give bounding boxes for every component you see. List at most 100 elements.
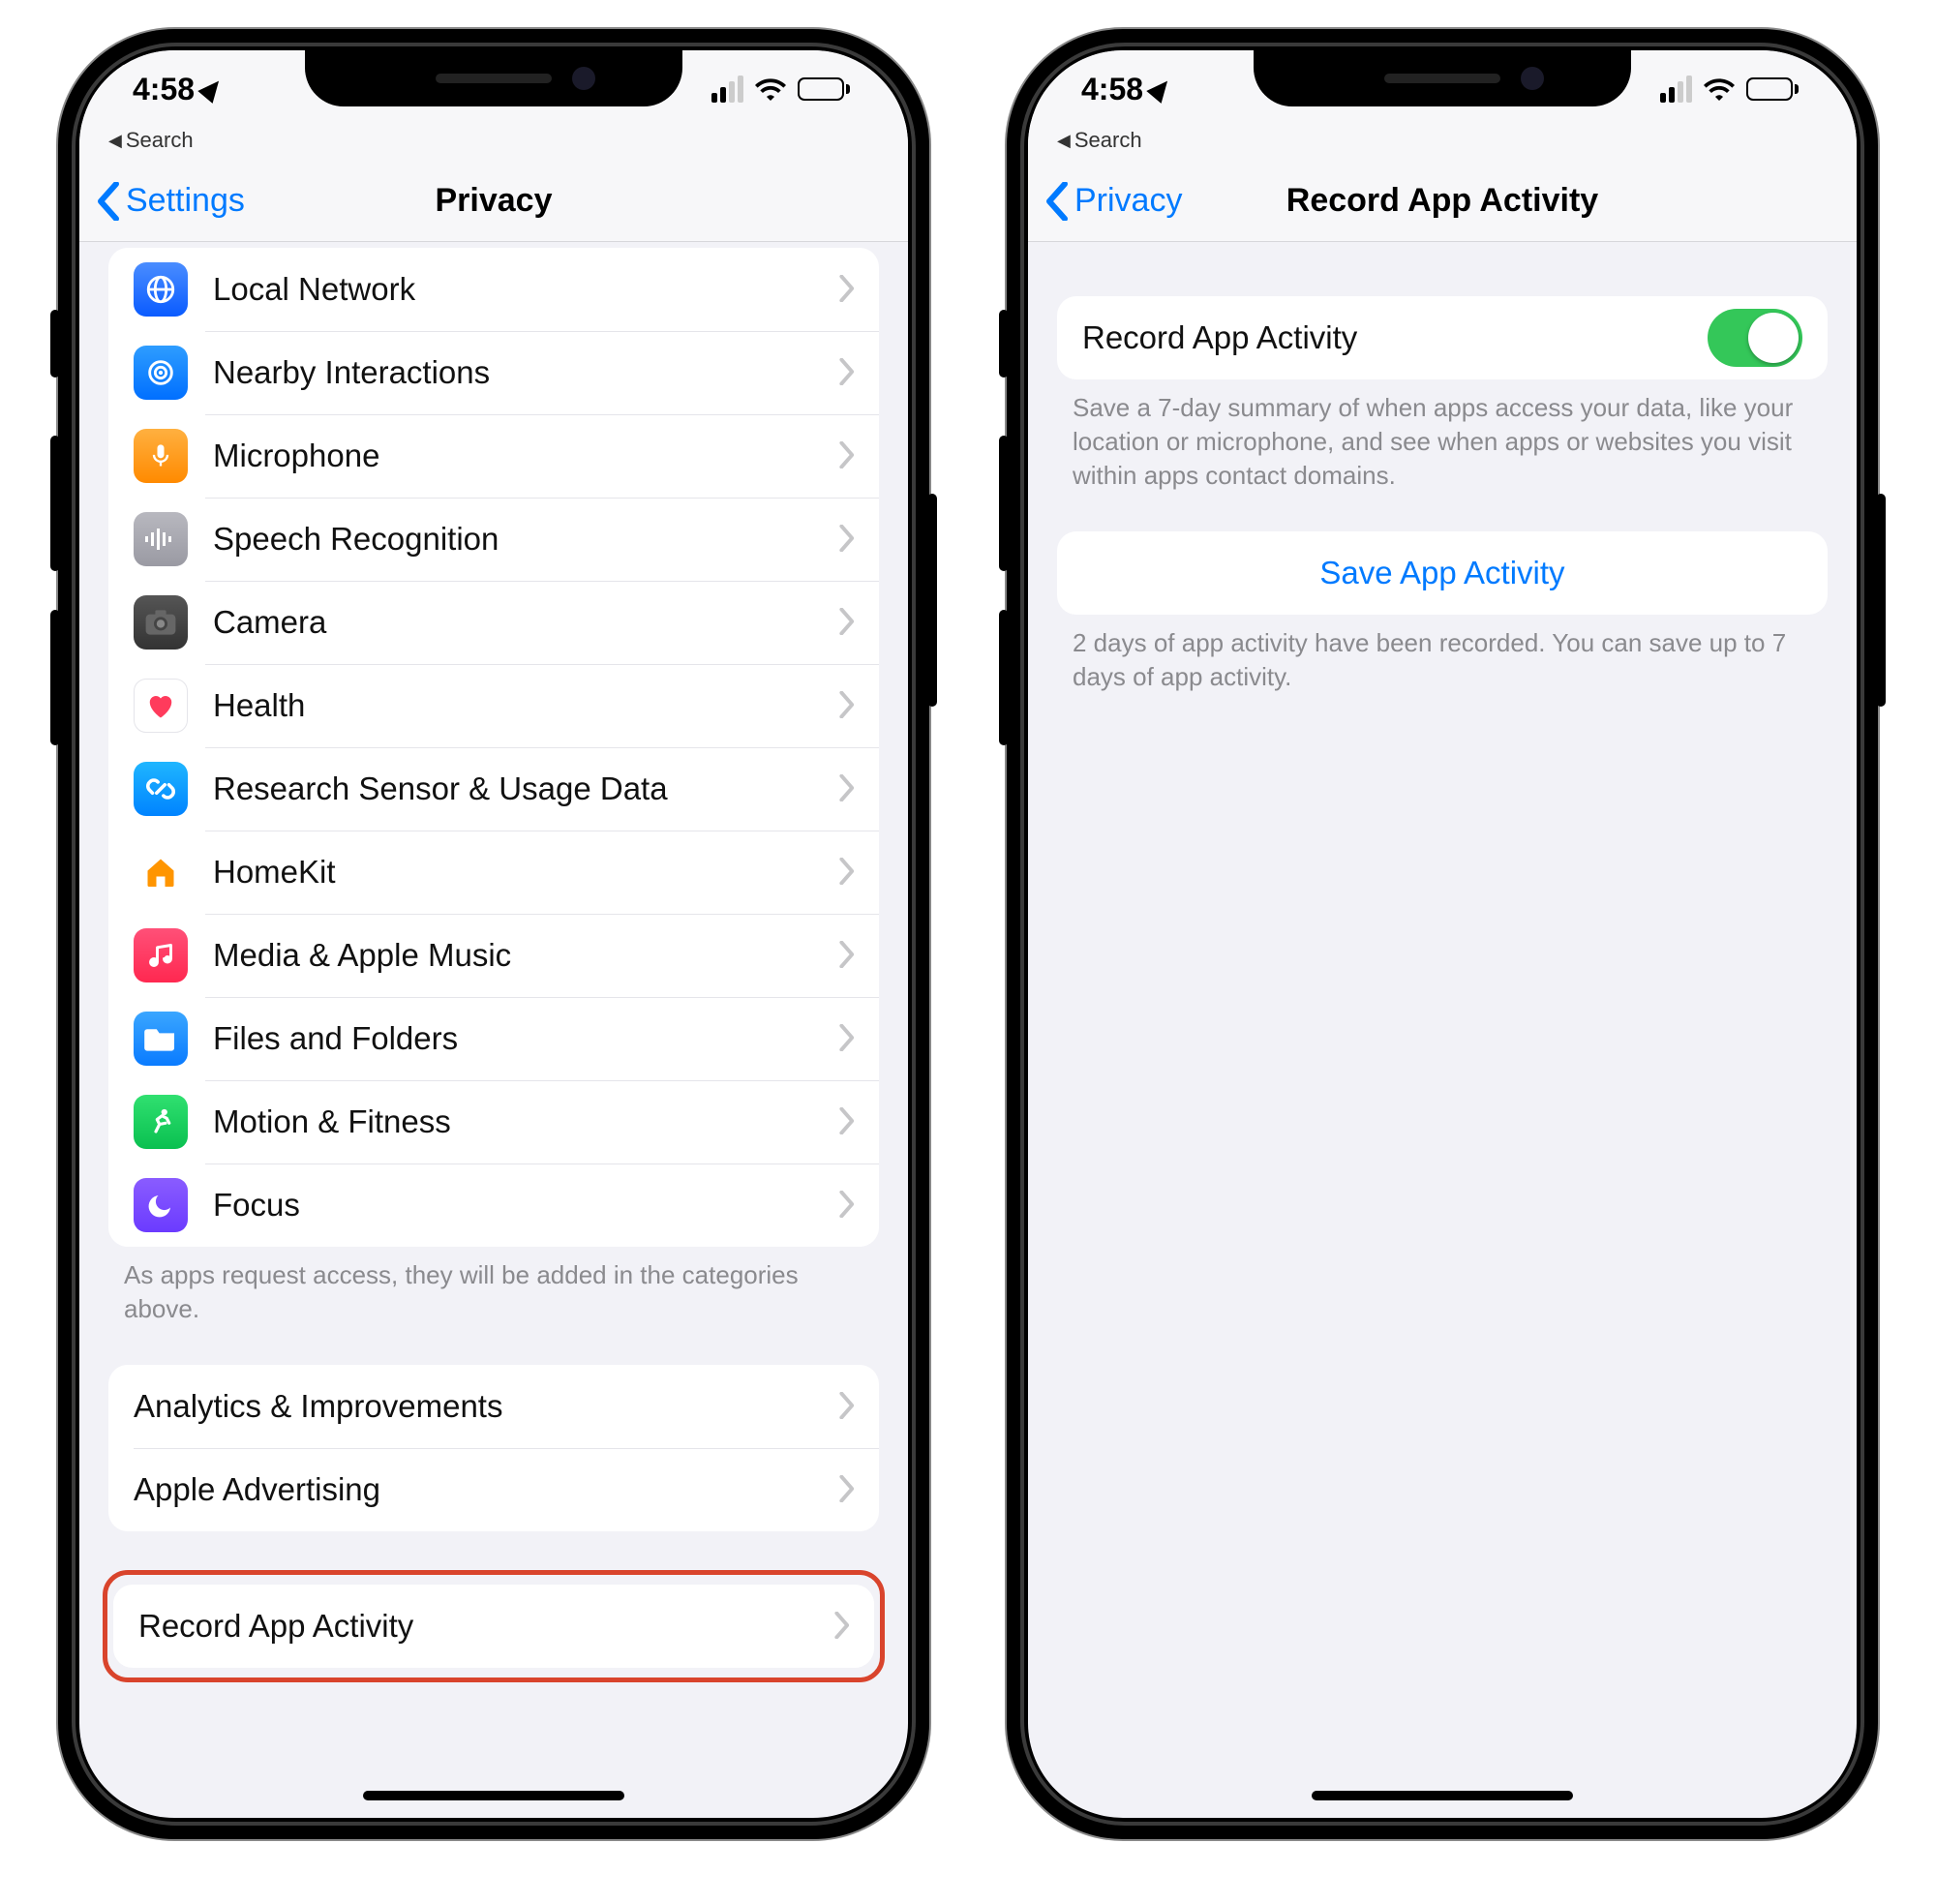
files-icon <box>134 1012 188 1066</box>
nearby-label: Nearby Interactions <box>213 354 827 391</box>
row-adv[interactable]: Apple Advertising <box>108 1448 879 1531</box>
record-label: Record App Activity <box>138 1608 822 1645</box>
chevron-right-icon <box>838 1017 854 1061</box>
save-activity-label: Save App Activity <box>1082 555 1802 591</box>
home-indicator[interactable] <box>363 1791 624 1800</box>
signal-icon <box>711 76 743 103</box>
wifi-icon <box>1704 77 1735 101</box>
row-analytics[interactable]: Analytics & Improvements <box>108 1365 879 1448</box>
row-health[interactable]: Health <box>108 664 879 747</box>
signal-icon <box>1660 76 1692 103</box>
record-activity-group: Record App Activity <box>113 1585 874 1668</box>
record-toggle-switch[interactable] <box>1708 309 1802 367</box>
volume-switch <box>50 310 60 378</box>
local-network-icon <box>134 262 188 317</box>
volume-down-button <box>50 610 60 745</box>
volume-switch <box>999 310 1009 378</box>
nav-back-button[interactable]: Privacy <box>1028 182 1182 221</box>
chevron-right-icon <box>838 268 854 312</box>
adv-label: Apple Advertising <box>134 1471 827 1508</box>
nav-back-label: Settings <box>126 182 245 220</box>
chevron-right-icon <box>838 1468 854 1512</box>
chevron-right-icon <box>838 768 854 811</box>
local-network-label: Local Network <box>213 271 827 308</box>
battery-icon <box>1746 77 1799 101</box>
chevron-right-icon <box>838 351 854 395</box>
phone-right: 4:58 ◀ Search Privacy Record App Activit… <box>1007 29 1878 1839</box>
row-nearby[interactable]: Nearby Interactions <box>108 331 879 414</box>
record-toggle-label: Record App Activity <box>1082 319 1708 356</box>
front-camera-icon <box>1521 67 1544 90</box>
focus-icon <box>134 1178 188 1232</box>
media-label: Media & Apple Music <box>213 937 827 974</box>
microphone-icon <box>134 429 188 483</box>
speech-label: Speech Recognition <box>213 521 827 558</box>
volume-up-button <box>50 436 60 571</box>
status-time: 4:58 <box>1081 72 1143 107</box>
health-label: Health <box>213 687 827 724</box>
nearby-icon <box>134 346 188 400</box>
battery-icon <box>798 77 850 101</box>
row-microphone[interactable]: Microphone <box>108 414 879 498</box>
row-local-network[interactable]: Local Network <box>108 248 879 331</box>
chevron-right-icon <box>838 684 854 728</box>
volume-up-button <box>999 436 1009 571</box>
status-time: 4:58 <box>133 72 195 107</box>
row-record[interactable]: Record App Activity <box>113 1585 874 1668</box>
breadcrumb[interactable]: ◀ Search <box>1028 128 1857 161</box>
nav-bar: Privacy Record App Activity <box>1028 161 1857 242</box>
scroll-content[interactable]: Local Network Nearby Interactions Micropho… <box>79 242 908 1818</box>
home-indicator[interactable] <box>1312 1791 1573 1800</box>
chevron-right-icon <box>838 851 854 894</box>
front-camera-icon <box>572 67 595 90</box>
row-speech[interactable]: Speech Recognition <box>108 498 879 581</box>
chevron-right-icon <box>838 601 854 645</box>
location-arrow-icon <box>1146 75 1174 104</box>
save-activity-group: Save App Activity <box>1057 531 1828 615</box>
media-icon <box>134 928 188 982</box>
chevron-left-icon <box>97 182 120 221</box>
record-toggle-row: Record App Activity <box>1057 296 1828 379</box>
row-media[interactable]: Media & Apple Music <box>108 914 879 997</box>
nav-back-label: Privacy <box>1074 182 1182 220</box>
chevron-right-icon <box>838 518 854 561</box>
row-focus[interactable]: Focus <box>108 1164 879 1247</box>
breadcrumb[interactable]: ◀ Search <box>79 128 908 161</box>
speech-icon <box>134 512 188 566</box>
row-camera[interactable]: Camera <box>108 581 879 664</box>
row-homekit[interactable]: HomeKit <box>108 831 879 914</box>
files-label: Files and Folders <box>213 1020 827 1057</box>
row-research[interactable]: Research Sensor & Usage Data <box>108 747 879 831</box>
chevron-right-icon <box>838 1385 854 1429</box>
chevron-right-icon <box>838 1101 854 1144</box>
notch <box>1254 50 1631 106</box>
location-arrow-icon <box>197 75 226 104</box>
nav-back-button[interactable]: Settings <box>79 182 245 221</box>
scroll-content[interactable]: Record App Activity Save a 7-day summary… <box>1028 242 1857 1818</box>
privacy-list-footer: As apps request access, they will be add… <box>79 1258 908 1365</box>
record-activity-highlight: Record App Activity <box>103 1570 885 1682</box>
focus-label: Focus <box>213 1187 827 1224</box>
chevron-left-icon <box>1045 182 1069 221</box>
microphone-label: Microphone <box>213 438 827 474</box>
chevron-right-icon <box>838 1184 854 1227</box>
back-triangle-icon: ◀ <box>1057 131 1071 151</box>
research-icon <box>134 762 188 816</box>
phone-left: 4:58 ◀ Search Settings Privacy <box>58 29 929 1839</box>
camera-label: Camera <box>213 604 827 641</box>
chevron-right-icon <box>838 934 854 978</box>
homekit-icon <box>134 845 188 899</box>
power-button <box>1876 494 1886 707</box>
row-motion[interactable]: Motion & Fitness <box>108 1080 879 1164</box>
row-files[interactable]: Files and Folders <box>108 997 879 1080</box>
analytics-label: Analytics & Improvements <box>134 1388 827 1425</box>
save-activity-footer: 2 days of app activity have been recorde… <box>1028 626 1857 733</box>
power-button <box>927 494 937 707</box>
analytics-group: Analytics & Improvements Apple Advertisin… <box>108 1365 879 1531</box>
motion-icon <box>134 1095 188 1149</box>
speaker-icon <box>1384 74 1500 83</box>
health-icon <box>134 679 188 733</box>
save-activity-button[interactable]: Save App Activity <box>1057 531 1828 615</box>
speaker-icon <box>436 74 552 83</box>
notch <box>305 50 682 106</box>
